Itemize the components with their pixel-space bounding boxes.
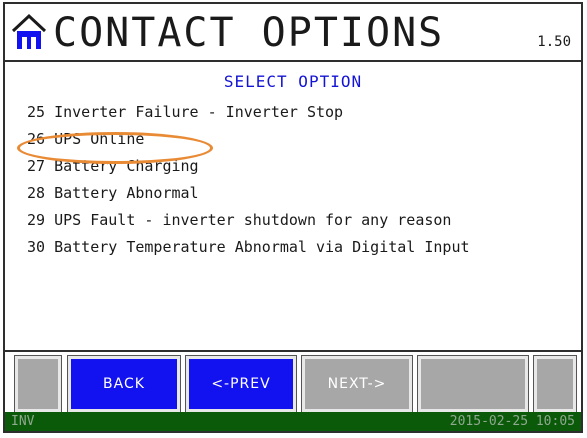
status-mode: INV [11, 414, 35, 429]
page-title: CONTACT OPTIONS [53, 10, 445, 56]
option-26[interactable]: 26 UPS Online [27, 126, 572, 153]
option-27[interactable]: 27 Battery Charging [27, 153, 572, 180]
blank-button[interactable] [417, 355, 529, 413]
option-list: 25 Inverter Failure - Inverter Stop 26 U… [27, 99, 572, 261]
select-option-heading: SELECT OPTION [223, 72, 363, 91]
option-28[interactable]: 28 Battery Abnormal [27, 180, 572, 207]
left-blank-button[interactable] [14, 355, 62, 413]
option-25[interactable]: 25 Inverter Failure - Inverter Stop [27, 99, 572, 126]
next-button[interactable]: NEXT-> [301, 355, 413, 413]
version-label: 1.50 [537, 34, 571, 50]
screen-frame: CONTACT OPTIONS 1.50 SELECT OPTION 25 In… [3, 2, 583, 433]
title-bar: CONTACT OPTIONS 1.50 [5, 4, 581, 62]
prev-button[interactable]: <-PREV [185, 355, 297, 413]
status-datetime: 2015-02-25 10:05 [449, 414, 575, 429]
back-button[interactable]: BACK [67, 355, 181, 413]
button-bar: BACK <-PREV NEXT-> [5, 350, 581, 414]
home-icon[interactable] [11, 13, 47, 53]
right-blank-button[interactable] [533, 355, 577, 413]
option-30[interactable]: 30 Battery Temperature Abnormal via Digi… [27, 234, 572, 261]
status-bar: INV 2015-02-25 10:05 [5, 412, 581, 431]
option-29[interactable]: 29 UPS Fault - inverter shutdown for any… [27, 207, 572, 234]
